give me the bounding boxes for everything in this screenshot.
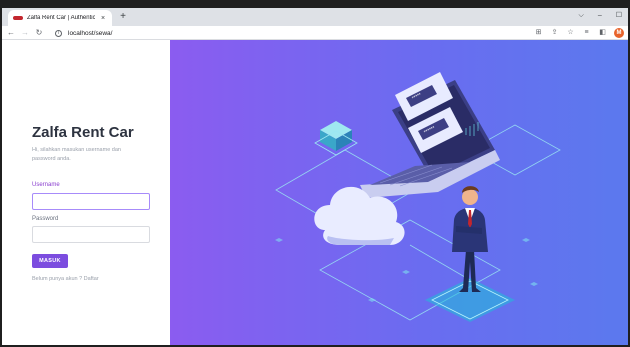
bookmark-star-icon[interactable]: ☆ [566,27,575,39]
new-tab-button[interactable]: + [117,11,129,23]
password-label: Password [32,216,59,222]
address-toolbar: ← → ↻ i localhost/sewa/ ⊞ ⇪ ☆ ≡ ◧ M [2,26,628,40]
login-panel: Zalfa Rent Car Hi, silahkan masukan user… [2,40,170,345]
login-subtitle: Hi, silahkan masukan username dan passwo… [32,147,121,162]
businessman-figure [425,186,515,322]
hero-illustration-panel: ***** ****** [170,40,628,345]
password-input[interactable] [32,226,150,243]
storage-box-icon [314,121,358,156]
tab-title: Zalfa Rent Car | Authenticati [27,15,95,21]
forward-icon[interactable]: → [20,27,30,39]
back-icon[interactable]: ← [6,27,16,39]
login-button[interactable]: MASUK [32,254,68,268]
side-panel-icon[interactable]: ◧ [598,27,607,39]
car-favicon-icon [13,16,23,20]
tab-strip: Zalfa Rent Car | Authenticati × + ⌵ – ☐ [2,8,628,26]
brand-title: Zalfa Rent Car [32,124,134,141]
share-icon[interactable]: ⇪ [550,27,559,39]
url-text[interactable]: localhost/sewa/ [68,30,112,37]
username-input[interactable] [32,193,150,210]
close-tab-icon[interactable]: × [99,15,107,22]
security-illustration: ***** ****** [275,72,561,322]
browser-tab[interactable]: Zalfa Rent Car | Authenticati × [8,10,112,26]
username-label: Username [32,182,60,188]
page-content: Zalfa Rent Car Hi, silahkan masukan user… [2,40,628,345]
window-controls: ⌵ – ☐ [579,10,623,22]
browser-window: Zalfa Rent Car | Authenticati × + ⌵ – ☐ … [0,0,630,347]
minimize-icon[interactable]: – [598,10,602,22]
profile-avatar[interactable]: M [614,28,624,38]
reload-icon[interactable]: ↻ [34,27,44,39]
toolbar-actions: ⊞ ⇪ ☆ ≡ ◧ M [534,27,624,39]
register-link[interactable]: Belum punya akun ? Daftar [32,276,99,282]
site-info-icon[interactable]: i [55,29,62,37]
address-bar[interactable]: i localhost/sewa/ [55,27,555,39]
maximize-icon[interactable]: ☐ [616,10,622,22]
tab-search-icon[interactable]: ⌵ [579,10,584,22]
translate-icon[interactable]: ⊞ [534,27,543,39]
reading-list-icon[interactable]: ≡ [582,27,591,39]
